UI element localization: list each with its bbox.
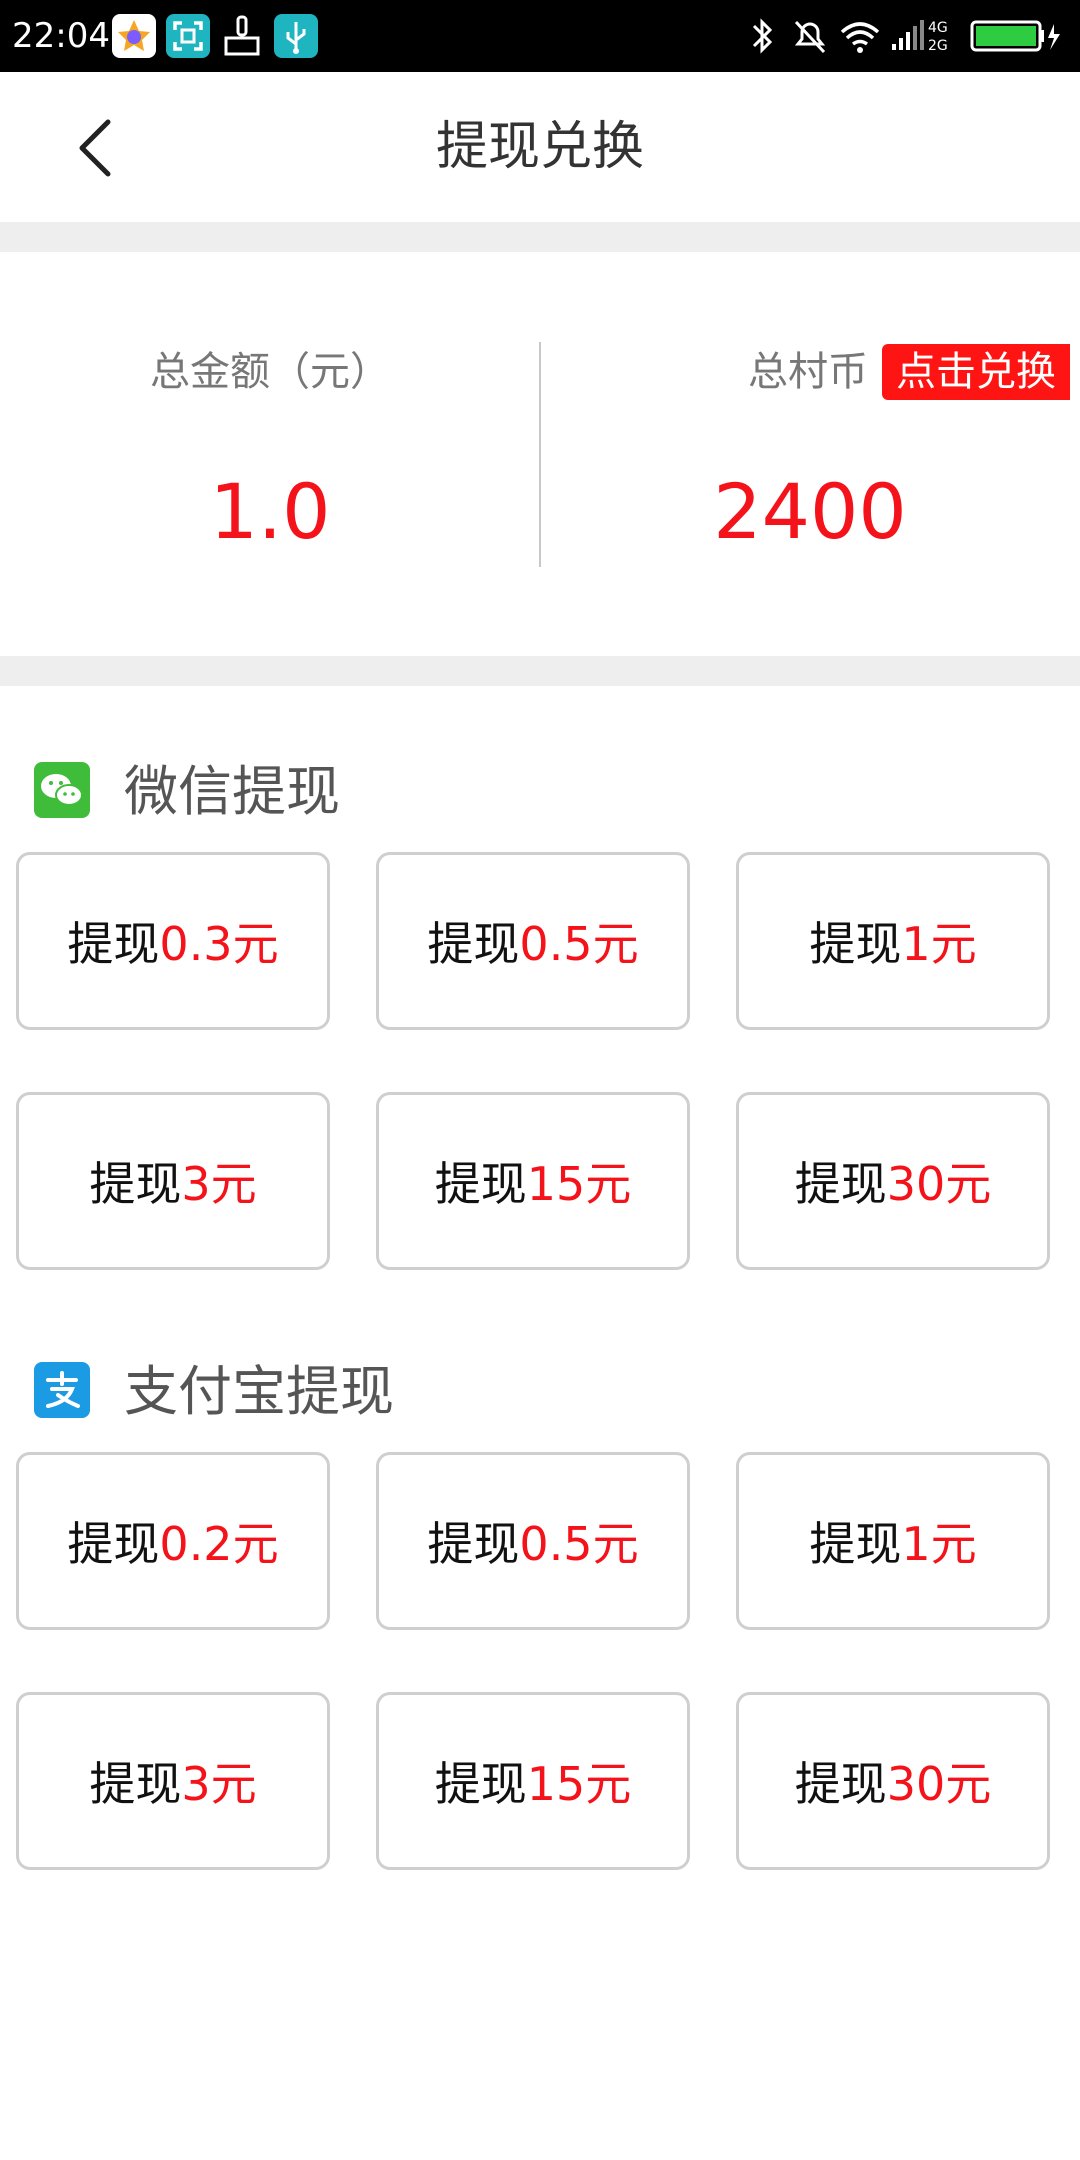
- total-coins-value: 2400: [713, 467, 907, 556]
- option-prefix: 提现: [809, 917, 902, 971]
- status-time: 22:04: [12, 16, 110, 56]
- option-amount: 1元: [901, 917, 977, 971]
- option-amount: 0.3元: [159, 917, 279, 971]
- option-prefix: 提现: [434, 1157, 527, 1211]
- divider: [0, 656, 1080, 686]
- scan-icon: [166, 14, 210, 58]
- wechat-withdraw-option[interactable]: 提现 0.3元: [16, 852, 330, 1030]
- option-amount: 15元: [526, 1157, 632, 1211]
- total-coins-label: 总村币: [748, 349, 868, 395]
- alipay-withdraw-option[interactable]: 提现 0.2元: [16, 1452, 330, 1630]
- option-prefix: 提现: [89, 1157, 182, 1211]
- option-amount: 30元: [886, 1757, 992, 1811]
- alipay-section-title: 支付宝提现: [124, 1360, 394, 1423]
- option-amount: 3元: [181, 1157, 257, 1211]
- page-title: 提现兑换: [435, 117, 644, 177]
- alipay-withdraw-option[interactable]: 提现 3元: [16, 1692, 330, 1870]
- option-amount: 0.2元: [159, 1517, 279, 1571]
- option-amount: 15元: [526, 1757, 632, 1811]
- balance-summary: 总金额（元） 1.0 总村币 点击兑换 2400: [0, 252, 1080, 656]
- app-store-icon: [112, 14, 156, 58]
- exchange-button[interactable]: 点击兑换: [882, 344, 1070, 400]
- option-amount: 3元: [181, 1757, 257, 1811]
- signal-icon: 4G 2G: [892, 20, 948, 54]
- option-prefix: 提现: [67, 917, 160, 971]
- bluetooth-icon: [752, 18, 773, 54]
- option-prefix: 提现: [89, 1757, 182, 1811]
- option-prefix: 提现: [67, 1517, 160, 1571]
- network-top: 4G: [928, 20, 948, 36]
- option-prefix: 提现: [794, 1757, 887, 1811]
- alipay-section-header: 支付宝提现: [0, 1348, 1080, 1438]
- total-amount-panel: 总金额（元） 1.0: [0, 252, 540, 656]
- alipay-withdraw-option[interactable]: 提现 1元: [736, 1452, 1050, 1630]
- wechat-icon: [34, 762, 90, 818]
- alipay-withdraw-option[interactable]: 提现 30元: [736, 1692, 1050, 1870]
- alipay-withdraw-option[interactable]: 提现 0.5元: [376, 1452, 690, 1630]
- option-prefix: 提现: [809, 1517, 902, 1571]
- option-prefix: 提现: [427, 1517, 520, 1571]
- option-prefix: 提现: [434, 1757, 527, 1811]
- option-amount: 30元: [886, 1157, 992, 1211]
- broom-icon: [220, 14, 264, 58]
- wechat-withdraw-option[interactable]: 提现 3元: [16, 1092, 330, 1270]
- wechat-withdraw-option[interactable]: 提现 1元: [736, 852, 1050, 1030]
- total-amount-value: 1.0: [209, 467, 331, 556]
- total-amount-label: 总金额（元）: [150, 349, 390, 395]
- network-bottom: 2G: [928, 38, 948, 54]
- wechat-withdraw-option[interactable]: 提现 30元: [736, 1092, 1050, 1270]
- wechat-section-header: 微信提现: [0, 748, 1080, 838]
- battery-icon: [970, 20, 1060, 52]
- header: 提现兑换: [0, 72, 1080, 222]
- alipay-withdraw-option[interactable]: 提现 15元: [376, 1692, 690, 1870]
- divider: [0, 222, 1080, 252]
- wifi-icon: [840, 22, 880, 53]
- option-prefix: 提现: [794, 1157, 887, 1211]
- option-amount: 0.5元: [519, 1517, 639, 1571]
- option-amount: 1元: [901, 1517, 977, 1571]
- total-coins-panel: 总村币 点击兑换 2400: [540, 252, 1080, 656]
- option-prefix: 提现: [427, 917, 520, 971]
- wechat-section-title: 微信提现: [124, 760, 340, 823]
- option-amount: 0.5元: [519, 917, 639, 971]
- wechat-withdraw-option[interactable]: 提现 15元: [376, 1092, 690, 1270]
- wechat-withdraw-option[interactable]: 提现 0.5元: [376, 852, 690, 1030]
- alipay-icon: [34, 1362, 90, 1418]
- bell-muted-icon: [794, 20, 826, 54]
- status-bar: 22:04 4G 2G: [0, 0, 1080, 72]
- usb-icon: [274, 14, 318, 58]
- status-icons: 4G 2G: [752, 18, 1060, 54]
